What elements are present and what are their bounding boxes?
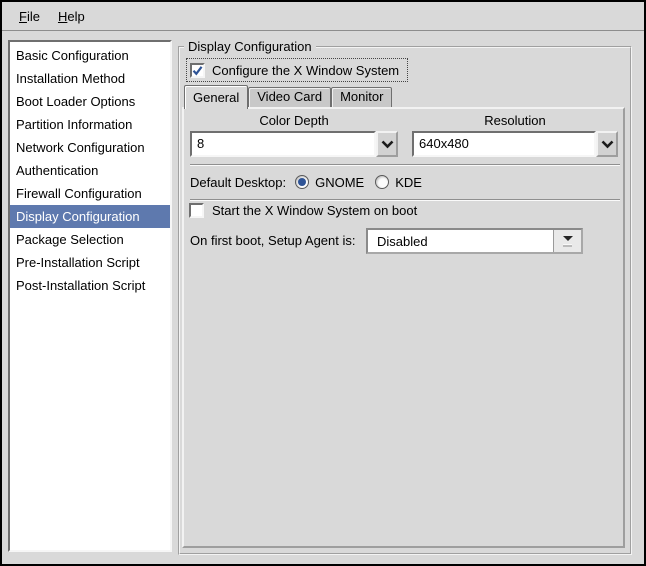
sidebar-item-display-configuration[interactable]: Display Configuration: [10, 205, 170, 228]
setup-agent-label: On first boot, Setup Agent is:: [190, 233, 356, 248]
arrow-down-icon: [562, 235, 573, 241]
tab-monitor[interactable]: Monitor: [331, 87, 393, 107]
check-icon: [192, 65, 203, 76]
kde-radio-label[interactable]: KDE: [395, 175, 422, 190]
menu-help-label: elp: [67, 8, 85, 24]
sidebar-item-installation-method[interactable]: Installation Method: [10, 67, 170, 90]
frame-title: Display Configuration: [184, 39, 316, 54]
tab-video-card-label: Video Card: [257, 89, 323, 104]
radio-dot: [298, 178, 307, 186]
color-depth-entry[interactable]: 8: [190, 131, 376, 157]
menu-help[interactable]: Help: [49, 5, 94, 28]
sidebar-item-boot-loader-options[interactable]: Boot Loader Options: [10, 90, 170, 113]
menubar: File Help: [2, 2, 644, 31]
kickstart-configurator-window: File Help Basic Configuration Installati…: [0, 0, 646, 566]
gnome-radio[interactable]: [295, 175, 310, 189]
menu-file-mnemonic: F: [19, 8, 27, 24]
start-x-checkbox-label: Start the X Window System on boot: [212, 203, 418, 218]
gnome-radio-label[interactable]: GNOME: [315, 175, 364, 190]
color-depth-dropdown-button[interactable]: [376, 131, 398, 157]
setup-agent-value: Disabled: [377, 233, 428, 249]
general-tab-page: Color Depth 8 Resolution 640x480 Default…: [182, 107, 625, 548]
configure-x-checkbox-box[interactable]: [190, 62, 205, 78]
start-x-checkbox-box[interactable]: [189, 203, 204, 218]
menu-file-label: ile: [26, 8, 40, 24]
section-list: Basic Configuration Installation Method …: [8, 40, 172, 552]
configure-x-checkbox[interactable]: Configure the X Window System: [186, 58, 409, 82]
menu-file[interactable]: File: [10, 5, 49, 28]
tab-general-label: General: [193, 90, 240, 105]
kde-radio[interactable]: [375, 175, 390, 189]
color-depth-combo: 8: [190, 131, 398, 157]
resolution-group: Resolution 640x480: [412, 111, 618, 157]
chevron-down-icon: [381, 140, 393, 148]
tab-video-card[interactable]: Video Card: [248, 87, 332, 107]
default-desktop-row: Default Desktop: GNOME KDE: [190, 171, 422, 193]
separator: [190, 199, 620, 201]
menu-help-mnemonic: H: [57, 8, 68, 24]
tab-general[interactable]: General: [184, 85, 249, 109]
indicator-dash-icon: [563, 243, 572, 247]
sidebar-item-post-installation-script[interactable]: Post-Installation Script: [10, 274, 170, 297]
sidebar-item-network-configuration[interactable]: Network Configuration: [10, 136, 170, 159]
configure-x-checkbox-label: Configure the X Window System: [212, 62, 400, 78]
resolution-combo: 640x480: [412, 131, 618, 157]
resolution-label: Resolution: [484, 113, 546, 128]
sidebar-item-authentication[interactable]: Authentication: [10, 159, 170, 182]
color-depth-label: Color Depth: [259, 113, 329, 128]
color-depth-group: Color Depth 8: [190, 111, 398, 157]
start-x-checkbox[interactable]: Start the X Window System on boot: [189, 203, 417, 218]
dropdown-indicator: [553, 230, 581, 252]
tab-monitor-label: Monitor: [340, 89, 384, 104]
default-desktop-label: Default Desktop:: [190, 174, 287, 190]
sidebar-item-pre-installation-script[interactable]: Pre-Installation Script: [10, 251, 170, 274]
separator: [190, 164, 620, 166]
display-tabs: General Video Card Monitor: [184, 85, 393, 109]
display-configuration-frame: Display Configuration Configure the X Wi…: [178, 39, 632, 555]
sidebar-item-firewall-configuration[interactable]: Firewall Configuration: [10, 182, 170, 205]
sidebar-item-package-selection[interactable]: Package Selection: [10, 228, 170, 251]
sidebar-item-partition-information[interactable]: Partition Information: [10, 113, 170, 136]
setup-agent-dropdown[interactable]: Disabled: [366, 228, 583, 254]
chevron-down-icon: [601, 140, 613, 148]
resolution-entry[interactable]: 640x480: [412, 131, 596, 157]
resolution-dropdown-button[interactable]: [596, 131, 618, 157]
sidebar-item-basic-configuration[interactable]: Basic Configuration: [10, 44, 170, 67]
